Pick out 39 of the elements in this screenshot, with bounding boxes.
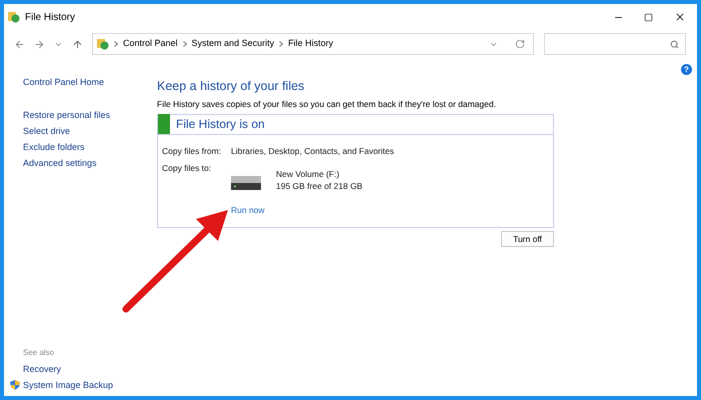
breadcrumb[interactable]: Control Panel	[123, 37, 178, 51]
maximize-icon	[644, 12, 652, 22]
page-heading: Keep a history of your files	[157, 78, 306, 94]
close-icon	[674, 11, 686, 23]
window-title: File History	[25, 10, 76, 24]
drive-name: New Volume (F:)	[276, 168, 340, 180]
sidebar-link[interactable]: Exclude folders	[23, 138, 154, 154]
description-text: File History saves copies of your files so you can get them back if they're lost or damaged.	[157, 98, 497, 111]
run-now-link[interactable]: Run now	[231, 205, 265, 215]
address-bar[interactable]: Control Panel System and Security File History	[92, 33, 534, 55]
refresh-icon[interactable]	[515, 39, 525, 49]
drive-space: 195 GB free of 218 GB	[276, 180, 362, 193]
shield-icon	[10, 380, 20, 390]
see-also-link[interactable]: Recovery	[23, 361, 62, 377]
chevron-icon	[279, 41, 284, 47]
control-panel-icon	[97, 38, 109, 50]
app-icon	[8, 11, 20, 23]
field-label: Copy files to:	[162, 162, 212, 175]
field-value: Libraries, Desktop, Contacts, and Favorites	[231, 144, 395, 158]
status-title: File History is on	[176, 116, 265, 134]
sidebar-link[interactable]: Control Panel Home	[23, 76, 154, 90]
turn-off-button[interactable]: Turn off	[501, 231, 554, 247]
back-arrow-icon	[14, 38, 24, 50]
search-field[interactable]	[544, 33, 686, 55]
breadcrumb[interactable]: File History	[288, 37, 334, 51]
breadcrumb[interactable]: System and Security	[192, 37, 274, 51]
field-label: Copy files from:	[162, 144, 222, 158]
chevron-icon	[114, 41, 118, 47]
sidebar-link[interactable]: Advanced settings	[23, 154, 154, 170]
up-arrow-icon	[72, 38, 82, 50]
see-also-link[interactable]: System Image Backup	[23, 377, 114, 393]
chevron-icon	[182, 41, 187, 47]
help-button[interactable]: ?	[681, 64, 692, 75]
sidebar-link[interactable]: Restore personal files	[23, 106, 154, 122]
search-icon	[670, 40, 679, 48]
see-also-label: See also	[23, 347, 56, 359]
forward-arrow-icon	[34, 38, 44, 50]
drive-icon	[231, 176, 261, 190]
sidebar-link[interactable]: Select drive	[23, 122, 154, 138]
